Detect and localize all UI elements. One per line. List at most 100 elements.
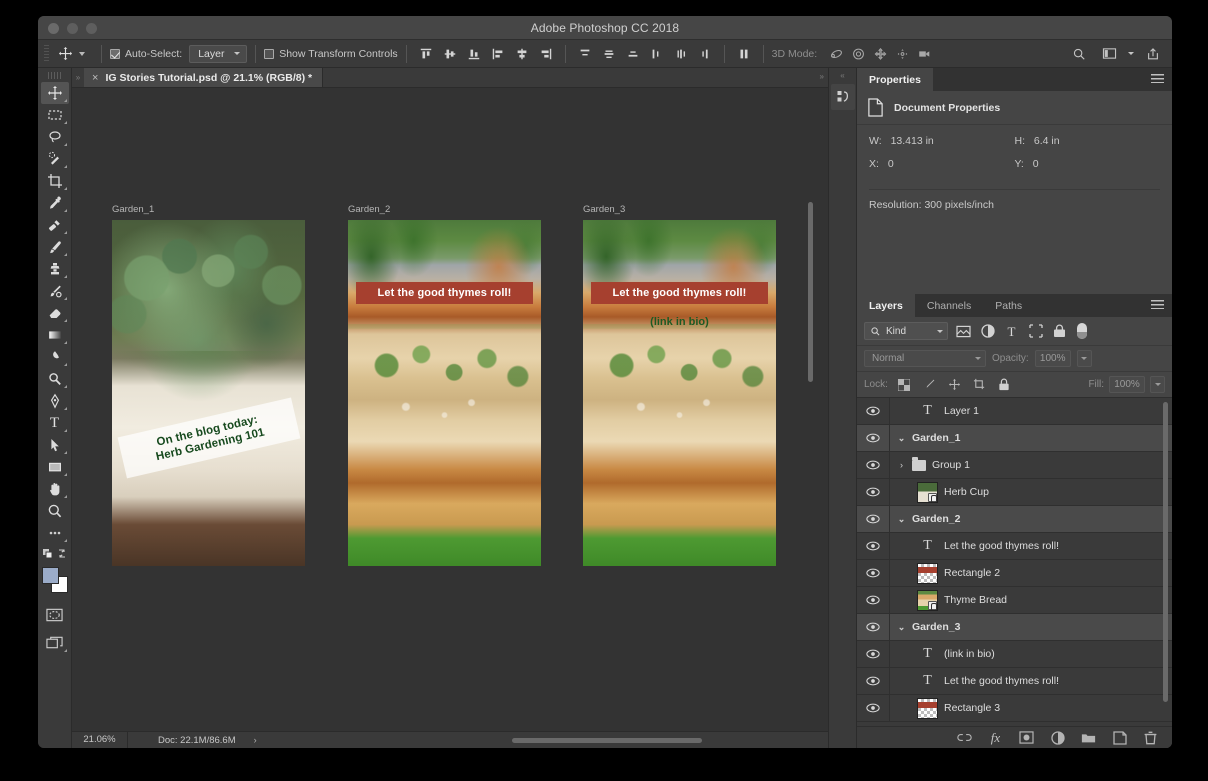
opacity-input[interactable]: 100%	[1034, 350, 1071, 367]
layer-visibility-toggle[interactable]	[857, 533, 890, 559]
layer-visibility-toggle[interactable]	[857, 398, 890, 424]
lock-position-icon[interactable]	[946, 376, 963, 393]
tool-preset-chevron-icon[interactable]	[79, 51, 85, 56]
history-brush-tool[interactable]	[41, 280, 69, 302]
chevron-down-icon[interactable]: ⌄	[897, 622, 906, 633]
align-horizontal-centers-button[interactable]	[511, 43, 533, 65]
banner-text[interactable]: Let the good thymes roll!	[355, 282, 534, 304]
zoom-tool[interactable]	[41, 500, 69, 522]
distribute-top-edges-button[interactable]	[574, 43, 596, 65]
link-layers-icon[interactable]	[957, 730, 972, 745]
auto-select-checkbox[interactable]	[110, 48, 120, 59]
tab-strip-overflow[interactable]: »	[820, 72, 824, 81]
lasso-tool[interactable]	[41, 126, 69, 148]
distribute-vertical-centers-button[interactable]	[598, 43, 620, 65]
artboard-canvas[interactable]: On the blog today: Herb Gardening 101	[112, 220, 305, 566]
artboard-garden-2[interactable]: Garden_2 Let the good thymes roll!	[348, 204, 541, 566]
tab-layers[interactable]: Layers	[857, 294, 915, 317]
canvas[interactable]: Garden_1 On the blog today: Herb Gardeni…	[72, 88, 828, 731]
new-group-icon[interactable]	[1081, 730, 1096, 745]
chevron-down-icon[interactable]: ⌄	[897, 433, 906, 444]
type-filter-icon[interactable]: T	[1003, 323, 1020, 340]
blend-mode-select[interactable]: Normal	[864, 350, 986, 367]
options-bar-grip[interactable]	[44, 44, 49, 63]
layer-thumbnail[interactable]	[917, 589, 938, 611]
eraser-tool[interactable]	[41, 302, 69, 324]
table-row[interactable]: T (link in bio)	[857, 641, 1172, 668]
tab-channels[interactable]: Channels	[915, 294, 983, 317]
smart-object-filter-icon[interactable]	[1051, 323, 1068, 340]
layer-content[interactable]: ⌄ Garden_1	[890, 432, 1162, 444]
panel-menu-icon[interactable]	[1151, 300, 1164, 309]
dodge-tool[interactable]	[41, 368, 69, 390]
quick-selection-tool[interactable]	[41, 148, 69, 170]
quick-mask-icon[interactable]	[41, 604, 69, 626]
width-field[interactable]: W: 13.413 in	[869, 135, 1015, 147]
table-row[interactable]: Rectangle 2	[857, 560, 1172, 587]
eyedropper-tool[interactable]	[41, 192, 69, 214]
edit-toolbar-tool[interactable]	[41, 522, 69, 544]
align-vertical-centers-button[interactable]	[439, 43, 461, 65]
tab-properties[interactable]: Properties	[857, 68, 933, 91]
table-row[interactable]: Herb Cup	[857, 479, 1172, 506]
layer-visibility-toggle[interactable]	[857, 668, 890, 694]
adjustment-filter-icon[interactable]	[979, 323, 996, 340]
search-icon[interactable]	[1068, 43, 1090, 65]
brush-tool[interactable]	[41, 236, 69, 258]
spot-healing-brush-tool[interactable]	[41, 214, 69, 236]
table-row[interactable]: ⌄ Garden_2	[857, 506, 1172, 533]
close-document-icon[interactable]: ×	[92, 72, 98, 84]
workspace-icon[interactable]	[1098, 43, 1120, 65]
layer-content[interactable]: Thyme Bread	[890, 589, 1162, 611]
layer-visibility-toggle[interactable]	[857, 587, 890, 613]
layer-visibility-toggle[interactable]	[857, 479, 890, 505]
artboard-garden-1[interactable]: Garden_1 On the blog today: Herb Gardeni…	[112, 204, 305, 566]
lock-transparent-pixels-icon[interactable]	[896, 376, 913, 393]
panel-menu-icon[interactable]	[1151, 74, 1164, 83]
lock-artboard-nesting-icon[interactable]	[971, 376, 988, 393]
close-window-button[interactable]	[48, 23, 59, 34]
align-right-edges-button[interactable]	[535, 43, 557, 65]
layer-visibility-toggle[interactable]	[857, 506, 890, 532]
layer-thumbnail[interactable]	[917, 481, 938, 503]
color-swatches[interactable]	[41, 566, 69, 594]
pen-tool[interactable]	[41, 390, 69, 412]
layer-content[interactable]: Rectangle 2	[890, 562, 1162, 584]
rectangular-marquee-tool[interactable]	[41, 104, 69, 126]
show-transform-controls-checkbox[interactable]	[264, 48, 275, 59]
zoom-window-button[interactable]	[86, 23, 97, 34]
table-row[interactable]: Rectangle 3	[857, 695, 1172, 722]
document-tab[interactable]: × IG Stories Tutorial.psd @ 21.1% (RGB/8…	[84, 68, 324, 87]
layer-visibility-toggle[interactable]	[857, 425, 890, 451]
lock-all-icon[interactable]	[996, 376, 1013, 393]
crop-tool[interactable]	[41, 170, 69, 192]
table-row[interactable]: Thyme Bread	[857, 587, 1172, 614]
canvas-vertical-scrollbar[interactable]	[806, 90, 815, 719]
chevron-down-icon[interactable]	[1128, 52, 1134, 55]
chevron-down-icon[interactable]: ⌄	[897, 514, 906, 525]
roll-3d-icon[interactable]	[847, 43, 869, 65]
layer-list-scrollbar[interactable]	[1163, 402, 1170, 702]
artboard-canvas[interactable]: Let the good thymes roll! (link in bio)	[583, 220, 776, 566]
layer-list[interactable]: T Layer 1 ⌄ Garden_1 › Group 1 Herb Cup …	[857, 398, 1172, 726]
hand-tool[interactable]	[41, 478, 69, 500]
artboard-label[interactable]: Garden_3	[583, 204, 776, 215]
layer-visibility-toggle[interactable]	[857, 452, 890, 478]
banner-text[interactable]: Let the good thymes roll!	[590, 282, 769, 304]
layer-content[interactable]: T Let the good thymes roll!	[890, 673, 1162, 689]
type-tool[interactable]: T	[41, 412, 69, 434]
layer-content[interactable]: ⌄ Garden_2	[890, 513, 1162, 525]
add-layer-mask-icon[interactable]	[1019, 730, 1034, 745]
blur-tool[interactable]	[41, 346, 69, 368]
minimize-window-button[interactable]	[67, 23, 78, 34]
filter-toggle-switch[interactable]	[1077, 323, 1087, 339]
align-bottom-edges-button[interactable]	[463, 43, 485, 65]
distribute-right-edges-button[interactable]	[694, 43, 716, 65]
toolbox-grip[interactable]	[47, 72, 62, 79]
layer-content[interactable]: T (link in bio)	[890, 646, 1162, 662]
layer-content[interactable]: › Group 1	[890, 456, 1162, 471]
libraries-icon[interactable]	[830, 84, 855, 110]
zoom-level-field[interactable]: 21.06%	[72, 732, 128, 748]
new-layer-icon[interactable]	[1112, 730, 1127, 745]
status-menu-arrow-icon[interactable]: ›	[254, 735, 257, 745]
